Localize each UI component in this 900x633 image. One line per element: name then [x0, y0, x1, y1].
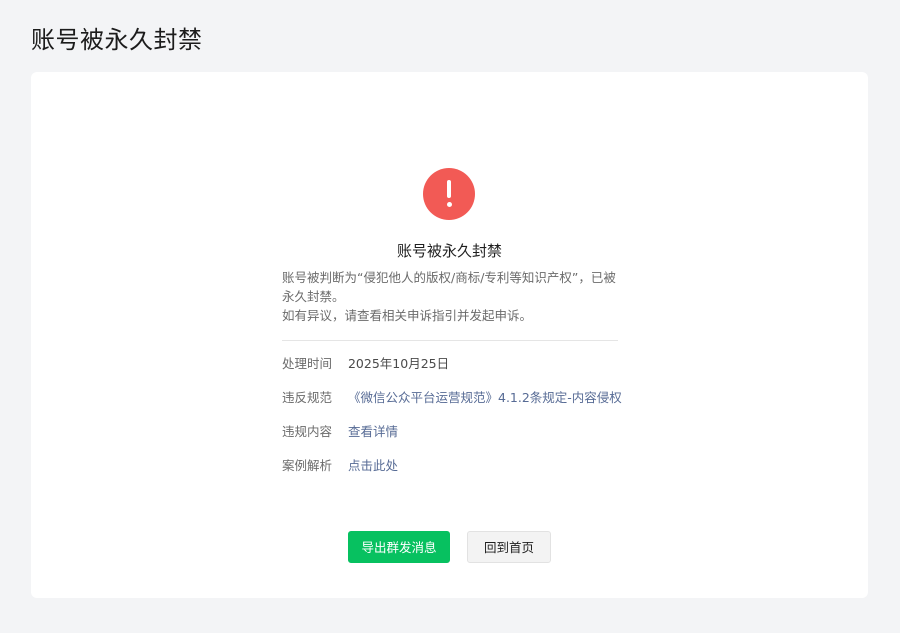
divider [282, 340, 618, 341]
page-title: 账号被永久封禁 [31, 26, 203, 54]
detail-row-time: 处理时间 2025年10月25日 [282, 354, 449, 374]
detail-label: 违规内容 [282, 424, 333, 439]
detail-label: 违反规范 [282, 390, 333, 405]
detail-row-content: 违规内容 查看详情 [282, 422, 398, 442]
export-messages-button[interactable]: 导出群发消息 [348, 531, 450, 563]
process-date: 2025年10月25日 [347, 356, 450, 371]
detail-label: 处理时间 [282, 356, 333, 371]
notice-description-line: 如有异议，请查看相关申诉指引并发起申诉。 [282, 308, 533, 323]
violated-rule-link[interactable]: 《微信公众平台运营规范》4.1.2条规定-内容侵权 [348, 388, 622, 408]
detail-label: 案例解析 [282, 458, 333, 473]
case-analysis-link[interactable]: 点击此处 [348, 456, 398, 476]
ban-notice-card: 账号被永久封禁 账号被判断为“侵犯他人的版权/商标/专利等知识产权”，已被 永久… [31, 72, 868, 598]
detail-row-case: 案例解析 点击此处 [282, 456, 398, 476]
view-details-link[interactable]: 查看详情 [348, 422, 398, 442]
notice-description-line: 账号被判断为“侵犯他人的版权/商标/专利等知识产权”，已被 [282, 270, 616, 285]
notice-title: 账号被永久封禁 [396, 242, 502, 260]
back-home-button[interactable]: 回到首页 [467, 531, 551, 563]
notice-description: 账号被判断为“侵犯他人的版权/商标/专利等知识产权”，已被 永久封禁。 如有异议… [282, 268, 618, 325]
exclamation-circle-icon [423, 168, 475, 220]
notice-description-line: 永久封禁。 [282, 289, 345, 304]
detail-row-rule: 违反规范 《微信公众平台运营规范》4.1.2条规定-内容侵权 [282, 388, 622, 408]
